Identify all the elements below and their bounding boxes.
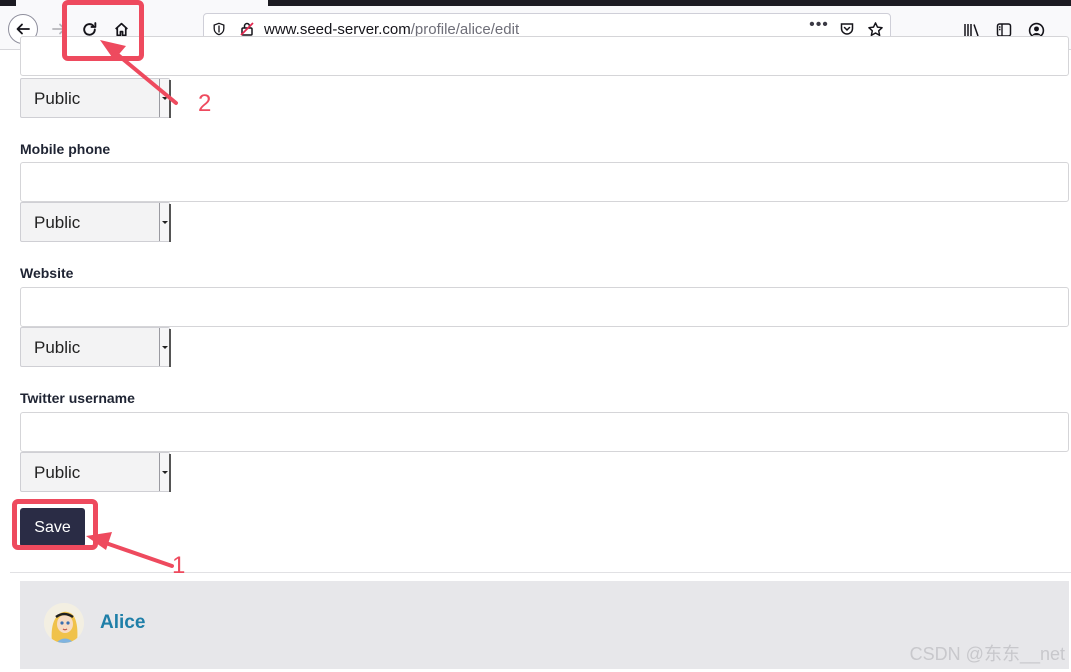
annotation-number-2: 2: [198, 90, 212, 117]
avatar[interactable]: [44, 603, 84, 643]
access-level-value: Public: [34, 89, 81, 108]
website-access-select[interactable]: Public: [20, 327, 171, 367]
twitter-access-select[interactable]: Public: [20, 452, 171, 492]
select-arrow-icon: [159, 453, 169, 491]
annotation-box-1: [12, 499, 98, 550]
arrow-left-icon: [16, 23, 30, 35]
mobile-phone-access-select[interactable]: Public: [20, 202, 171, 242]
website-input[interactable]: [20, 287, 1069, 327]
twitter-username-input[interactable]: [20, 412, 1069, 452]
divider: [10, 572, 1071, 573]
access-level-value: Public: [34, 338, 81, 357]
access-level-value: Public: [34, 463, 81, 482]
owner-name-link[interactable]: Alice: [100, 612, 145, 634]
select-arrow-icon: [159, 79, 169, 117]
annotation-number-1: 1: [172, 552, 186, 579]
access-level-select[interactable]: Public: [20, 78, 171, 118]
profile-field-input[interactable]: [20, 36, 1069, 76]
page-actions-menu-icon[interactable]: •••: [809, 16, 828, 34]
watermark: CSDN @东东__net: [909, 644, 1065, 664]
annotation-box-2: [62, 0, 144, 61]
website-label: Website: [20, 265, 74, 281]
select-arrow-icon: [159, 328, 169, 366]
mobile-phone-label: Mobile phone: [20, 141, 111, 157]
select-arrow-icon: [159, 203, 169, 241]
twitter-username-label: Twitter username: [20, 390, 135, 406]
alice-avatar-icon: [44, 603, 84, 643]
access-level-value: Public: [34, 213, 81, 232]
profile-edit-page: Public Mobile phone Public Website Publi…: [0, 36, 1071, 672]
mobile-phone-input[interactable]: [20, 162, 1069, 202]
